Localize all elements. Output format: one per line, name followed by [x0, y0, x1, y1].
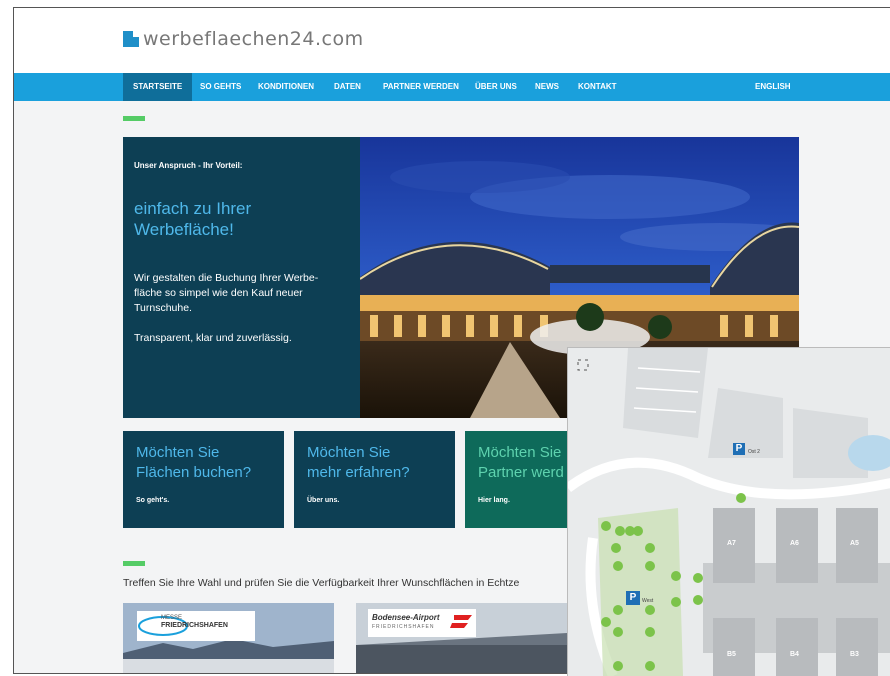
nav-item-startseite[interactable]: STARTSEITE [123, 73, 193, 101]
nav-item-news[interactable]: NEWS [535, 73, 559, 101]
hero-headline-line2: Werbefläche! [134, 220, 234, 239]
hero-body: Wir gestalten die Buchung Ihrer Werbe- f… [134, 271, 359, 316]
parking-icon-east: P [735, 443, 743, 454]
hero-headline-line1: einfach zu Ihrer [134, 199, 252, 218]
card-book-spaces[interactable]: Möchten Sie Flächen buchen? So geht's. [123, 431, 284, 528]
card-learn-more[interactable]: Möchten Sie mehr erfahren? Über uns. [294, 431, 455, 528]
parking-label-west: West [642, 598, 654, 604]
card-title-line1: Möchten Sie [307, 444, 391, 461]
hero-headline: einfach zu Ihrer Werbefläche! [134, 198, 251, 240]
venue-card-messe[interactable]: MESSE FRIEDRICHSHAFEN [123, 603, 334, 673]
card-become-partner-link[interactable]: Hier lang. [478, 497, 510, 504]
hero-body-line2: fläche so simpel wie den Kauf neuer [134, 287, 303, 299]
section-accent-bar-2 [123, 561, 145, 566]
parking-label-east: Ost 2 [748, 449, 760, 455]
logo-icon [123, 31, 139, 47]
hero-text-panel: Unser Anspruch - Ihr Vorteil: einfach zu… [123, 137, 360, 418]
hall-a5[interactable]: A5 [850, 540, 859, 547]
fullscreen-icon[interactable] [576, 356, 592, 372]
nav-item-partner-werden[interactable]: PARTNER WERDEN [383, 73, 459, 101]
hero-body-line3: Turnschuhe. [134, 302, 192, 314]
site-map-graphic[interactable] [568, 348, 890, 676]
nav-item-kontakt[interactable]: KONTAKT [578, 73, 617, 101]
card-learn-more-title: Möchten Sie mehr erfahren? [307, 443, 455, 483]
airport-logo-line1: Bodensee-Airport [372, 613, 440, 622]
card-title-line2: Flächen buchen? [136, 464, 252, 481]
hero-tagline: Transparent, klar und zuverlässig. [134, 332, 292, 344]
card-book-spaces-title: Möchten Sie Flächen buchen? [136, 443, 284, 483]
card-title-line1: Möchten Sie [136, 444, 220, 461]
nav-item-konditionen[interactable]: KONDITIONEN [258, 73, 314, 101]
hero-kicker: Unser Anspruch - Ihr Vorteil: [134, 161, 243, 170]
hall-a7[interactable]: A7 [727, 540, 736, 547]
messe-logo-line1: MESSE [161, 615, 183, 621]
hall-b3[interactable]: B3 [850, 651, 859, 658]
main-navigation: STARTSEITE SO GEHTS KONDITIONEN DATEN PA… [14, 73, 890, 101]
nav-item-so-gehts[interactable]: SO GEHTS [200, 73, 241, 101]
site-header: werbeflaechen24.com [14, 8, 890, 72]
selection-intro-text: Treffen Sie Ihre Wahl und prüfen Sie die… [123, 577, 520, 589]
venue-photo-messe [123, 603, 334, 673]
nav-item-daten[interactable]: DATEN [334, 73, 361, 101]
language-switch-english[interactable]: ENGLISH [755, 73, 791, 101]
card-book-spaces-link[interactable]: So geht's. [136, 497, 169, 504]
site-map-overlay[interactable]: P Ost 2 P West A7 A6 A5 B5 B4 B3 [567, 347, 890, 676]
airport-logo-line2: FRIEDRICHSHAFEN [372, 624, 435, 630]
section-accent-bar [123, 116, 145, 121]
site-logo[interactable]: werbeflaechen24.com [123, 28, 364, 50]
messe-logo-line2: FRIEDRICHSHAFEN [161, 622, 228, 629]
hall-a6[interactable]: A6 [790, 540, 799, 547]
hero-body-line1: Wir gestalten die Buchung Ihrer Werbe- [134, 272, 319, 284]
venue-card-airport[interactable]: Bodensee-Airport FRIEDRICHSHAFEN [356, 603, 567, 673]
card-title-line2: mehr erfahren? [307, 464, 410, 481]
hall-b5[interactable]: B5 [727, 651, 736, 658]
hall-b4[interactable]: B4 [790, 651, 799, 658]
card-learn-more-link[interactable]: Über uns. [307, 497, 339, 504]
nav-item-ueber-uns[interactable]: ÜBER UNS [475, 73, 517, 101]
logo-text: werbeflaechen24.com [143, 28, 364, 50]
parking-icon-west: P [629, 592, 637, 603]
